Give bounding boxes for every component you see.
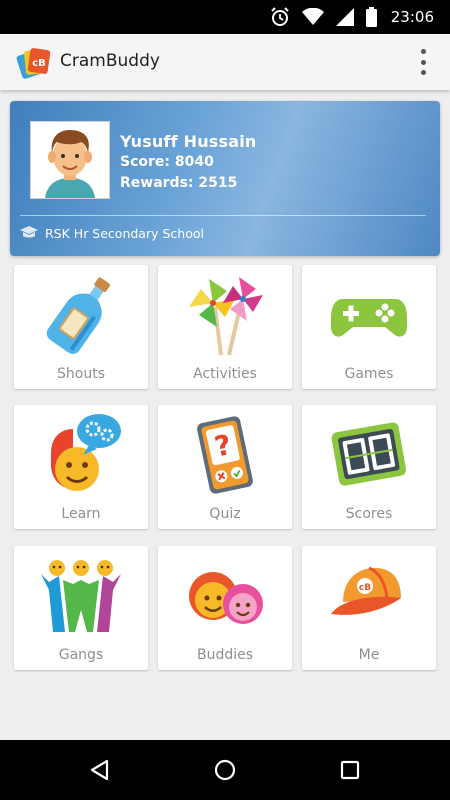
- svg-text:cB: cB: [32, 58, 46, 69]
- tile-label: Activities: [193, 366, 257, 382]
- crambuddy-logo-icon: cB: [16, 44, 52, 80]
- home-icon[interactable]: [205, 754, 245, 786]
- tile-scores[interactable]: Scores: [302, 405, 436, 529]
- quiz-device-icon: ?: [185, 413, 265, 495]
- svg-text:cB: cB: [359, 583, 371, 593]
- avatar: [30, 121, 110, 199]
- cap-icon: cB: [329, 554, 409, 636]
- tile-label: Quiz: [209, 506, 241, 522]
- profile-rewards: Rewards: 2515: [120, 175, 238, 191]
- learn-head-icon: [41, 413, 121, 495]
- tile-games[interactable]: Games: [302, 265, 436, 389]
- tile-buddies[interactable]: Buddies: [158, 546, 292, 670]
- tile-label: Shouts: [57, 366, 105, 382]
- tile-quiz[interactable]: ? Quiz: [158, 405, 292, 529]
- wifi-icon: [301, 8, 324, 26]
- tile-label: Learn: [61, 506, 101, 522]
- back-icon[interactable]: [80, 754, 120, 786]
- tile-gangs[interactable]: Gangs: [14, 546, 148, 670]
- tile-label: Games: [344, 366, 394, 382]
- tile-label: Buddies: [196, 647, 254, 663]
- tile-label: Gangs: [58, 647, 104, 663]
- signal-icon: [335, 8, 354, 26]
- tile-activities[interactable]: Activities: [158, 265, 292, 389]
- profile-school: RSK Hr Secondary School: [20, 225, 204, 242]
- scoreboard-icon: [329, 413, 409, 495]
- tile-label: Me: [358, 647, 380, 663]
- tile-label: Scores: [345, 506, 393, 522]
- tile-learn[interactable]: Learn: [14, 405, 148, 529]
- more-vert-icon[interactable]: [418, 49, 428, 75]
- school-name: RSK Hr Secondary School: [45, 226, 204, 241]
- status-icons: 23:06: [270, 7, 434, 27]
- profile-name: Yusuff Hussain: [120, 132, 257, 151]
- app-bar: cB CramBuddy: [0, 34, 450, 90]
- battery-icon: [365, 7, 377, 27]
- recents-icon[interactable]: [330, 754, 370, 786]
- alarm-icon: [270, 7, 290, 27]
- profile-score: Score: 8040: [120, 154, 214, 170]
- buddies-faces-icon: [185, 554, 265, 636]
- navigation-bar: [0, 740, 450, 800]
- graduation-cap-icon: [20, 225, 38, 242]
- pinwheel-icon: [185, 273, 265, 356]
- gamepad-icon: [329, 273, 409, 355]
- message-bottle-icon: [41, 273, 121, 355]
- status-bar: 23:06: [0, 0, 450, 34]
- tile-me[interactable]: cB Me: [302, 546, 436, 670]
- gang-people-icon: [41, 554, 121, 636]
- app-title: CramBuddy: [60, 51, 160, 71]
- tile-shouts[interactable]: Shouts: [14, 265, 148, 389]
- status-time: 23:06: [390, 8, 434, 26]
- profile-divider: [20, 215, 426, 216]
- profile-card[interactable]: Yusuff Hussain Score: 8040 Rewards: 2515…: [10, 101, 440, 256]
